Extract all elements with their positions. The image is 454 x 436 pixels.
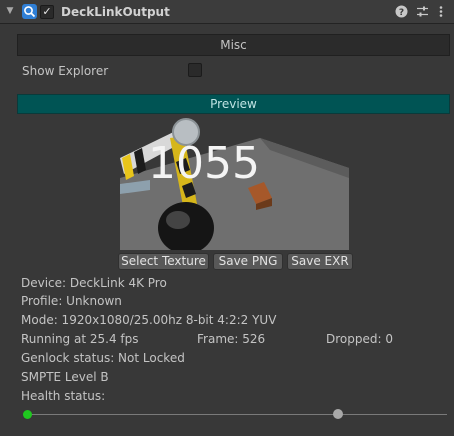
preview-scene-graphic: 1055 [120, 118, 349, 250]
fps-info: Running at 25.4 fps [21, 332, 139, 346]
foldout-arrow-icon[interactable]: ▼ [4, 5, 16, 17]
frame-info: Frame: 526 [197, 332, 266, 346]
smpte-info: SMPTE Level B [21, 370, 109, 384]
preview-render-image: 1055 [120, 118, 349, 250]
help-glyph: ? [398, 8, 403, 18]
show-explorer-checkbox[interactable] [188, 63, 202, 77]
show-explorer-label: Show Explorer [22, 64, 109, 78]
preview-overlay-text: 1055 [148, 138, 260, 189]
context-menu-icon[interactable] [433, 4, 449, 20]
health-status-label: Health status: [21, 389, 106, 403]
presets-icon[interactable] [414, 4, 430, 20]
genlock-info: Genlock status: Not Locked [21, 351, 185, 365]
mode-info: Mode: 1920x1080/25.00hz 8-bit 4:2:2 YUV [21, 313, 277, 327]
preview-section-header[interactable]: Preview [17, 94, 450, 114]
component-title: DeckLinkOutput [61, 5, 170, 19]
device-info: Device: DeckLink 4K Pro [21, 276, 167, 290]
health-slider-thumb[interactable] [332, 409, 343, 419]
help-icon[interactable]: ? [393, 4, 409, 20]
select-texture-button[interactable]: Select Texture [118, 253, 209, 270]
save-exr-button[interactable]: Save EXR [287, 253, 353, 270]
profile-info: Profile: Unknown [21, 294, 122, 308]
save-png-button[interactable]: Save PNG [213, 253, 283, 270]
health-slider-track[interactable] [27, 414, 447, 415]
scene-sphere-highlight [166, 211, 190, 229]
health-indicator-dot [23, 410, 32, 419]
dropped-info: Dropped: 0 [326, 332, 393, 346]
misc-section-header[interactable]: Misc [17, 34, 450, 56]
script-component-icon [22, 4, 37, 19]
component-header: ▼ ✓ DeckLinkOutput ? [0, 0, 454, 24]
component-enabled-checkbox[interactable]: ✓ [40, 5, 54, 19]
